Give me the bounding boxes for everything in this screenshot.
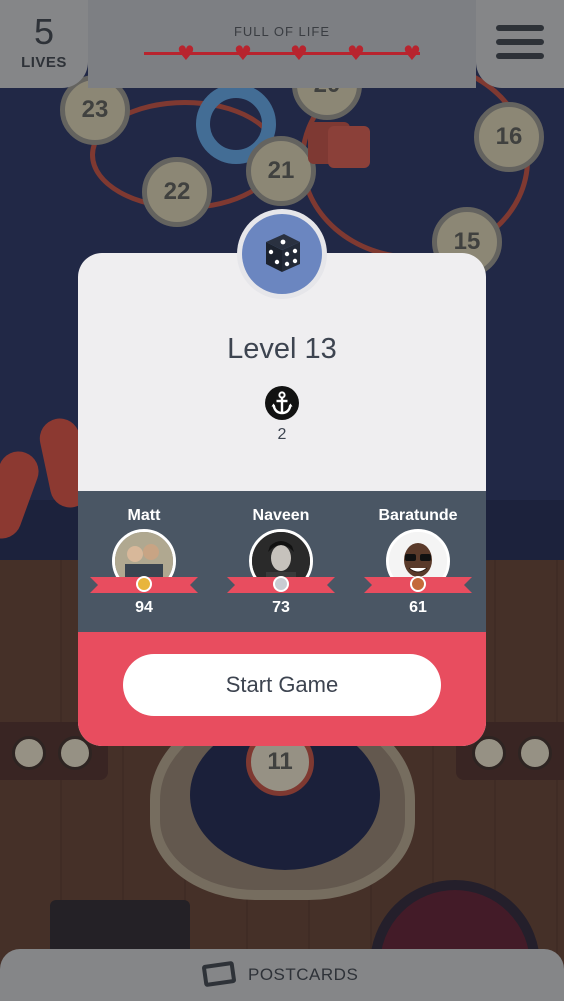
leaderboard-entry[interactable]: Matt 94	[84, 491, 204, 632]
bronze-medal-icon	[410, 576, 426, 592]
hamburger-menu-icon	[496, 53, 544, 59]
player-score: 61	[409, 599, 427, 616]
start-game-button[interactable]: Start Game	[123, 654, 441, 716]
dice-icon	[266, 234, 300, 272]
objective-count: 2	[277, 426, 287, 443]
level-modal: Level 13 2 Matt 94 Naveen 73 Baratunde 6…	[78, 253, 486, 746]
level-badge	[237, 209, 327, 299]
heart-icon: ♥	[234, 41, 252, 65]
hamburger-menu-icon	[496, 25, 544, 31]
heart-icon: ♥	[177, 41, 195, 65]
life-meter-title: FULL OF LIFE	[233, 24, 331, 39]
hamburger-menu-icon	[496, 39, 544, 45]
heart-icon: ♥	[290, 41, 308, 65]
lives-count: 5	[33, 11, 55, 52]
heart-icon: ♥	[347, 41, 365, 65]
modal-footer: Start Game	[78, 632, 486, 746]
player-name: Naveen	[252, 507, 310, 524]
player-name: Matt	[127, 507, 161, 524]
silver-medal-icon	[273, 576, 289, 592]
player-score: 94	[135, 599, 153, 616]
menu-button[interactable]	[476, 0, 564, 88]
level-title: Level 13	[227, 333, 337, 365]
player-score: 73	[272, 599, 290, 616]
friends-leaderboard: Matt 94 Naveen 73 Baratunde 61	[78, 491, 486, 632]
anchor-icon	[265, 386, 299, 420]
gold-medal-icon	[136, 576, 152, 592]
postcard-icon	[201, 960, 237, 988]
postcards-button[interactable]: POSTCARDS	[0, 949, 564, 1001]
lives-label: LIVES	[21, 54, 67, 71]
heart-icon: ♥	[403, 41, 421, 65]
leaderboard-entry[interactable]: Baratunde 61	[358, 491, 478, 632]
leaderboard-entry[interactable]: Naveen 73	[221, 491, 341, 632]
level-badge-inner	[242, 214, 322, 294]
postcards-label: POSTCARDS	[248, 965, 359, 984]
player-name: Baratunde	[378, 507, 458, 524]
lives-counter: 5 LIVES	[0, 0, 88, 88]
life-meter: FULL OF LIFE ♥ ♥ ♥ ♥ ♥	[88, 0, 476, 88]
